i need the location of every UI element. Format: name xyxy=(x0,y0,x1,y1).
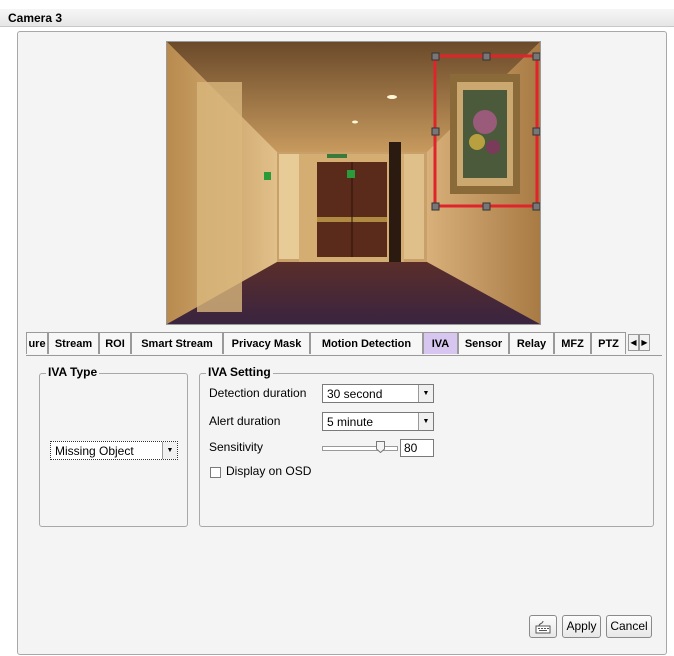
display-osd-checkbox[interactable] xyxy=(210,467,221,478)
chevron-down-icon: ▼ xyxy=(418,385,433,402)
alert-duration-label: Alert duration xyxy=(209,414,281,428)
alert-duration-value: 5 minute xyxy=(327,415,374,429)
display-osd-label: Display on OSD xyxy=(226,464,312,478)
detection-duration-select[interactable]: 30 second ▼ xyxy=(322,384,434,403)
tab-picture[interactable]: ure xyxy=(26,332,48,354)
tab-mfz[interactable]: MFZ xyxy=(554,332,591,354)
window-titlebar: Camera 3 xyxy=(0,9,674,27)
detection-duration-value: 30 second xyxy=(327,387,383,401)
sensitivity-label: Sensitivity xyxy=(209,440,264,454)
cancel-button[interactable]: Cancel xyxy=(606,615,652,638)
tab-ptz[interactable]: PTZ xyxy=(591,332,626,354)
sensitivity-slider-track[interactable] xyxy=(322,446,398,451)
tab-scroll-left-icon[interactable]: ◀ xyxy=(628,334,639,351)
tab-privacy-mask[interactable]: Privacy Mask xyxy=(223,332,310,354)
window-title: Camera 3 xyxy=(8,11,63,25)
camera-preview[interactable] xyxy=(166,41,541,325)
keyboard-button[interactable] xyxy=(529,615,557,638)
detection-duration-label: Detection duration xyxy=(209,386,307,400)
tab-stream[interactable]: Stream xyxy=(48,332,99,354)
iva-setting-title: IVA Setting xyxy=(206,365,273,379)
tab-scroll-right-icon[interactable]: ▶ xyxy=(639,334,650,351)
tab-roi[interactable]: ROI xyxy=(99,332,131,354)
tab-iva[interactable]: IVA xyxy=(423,332,458,354)
camera-settings-panel: ure Stream ROI Smart Stream Privacy Mask… xyxy=(17,31,667,655)
alert-duration-select[interactable]: 5 minute ▼ xyxy=(322,412,434,431)
keyboard-icon xyxy=(535,620,551,634)
apply-button[interactable]: Apply xyxy=(562,615,601,638)
iva-type-select[interactable]: Missing Object ▼ xyxy=(50,441,178,460)
iva-type-group: IVA Type Missing Object ▼ xyxy=(39,365,188,527)
settings-tab-bar: ure Stream ROI Smart Stream Privacy Mask… xyxy=(26,332,662,356)
chevron-down-icon: ▼ xyxy=(418,413,433,430)
sensitivity-slider-thumb[interactable] xyxy=(376,441,385,453)
chevron-down-icon: ▼ xyxy=(162,442,177,459)
camera-preview-image xyxy=(167,42,540,324)
tab-smart-stream[interactable]: Smart Stream xyxy=(131,332,223,354)
iva-type-title: IVA Type xyxy=(46,365,100,379)
tab-relay[interactable]: Relay xyxy=(509,332,554,354)
tab-sensor[interactable]: Sensor xyxy=(458,332,509,354)
iva-type-value: Missing Object xyxy=(55,444,134,458)
sensitivity-input[interactable]: 80 xyxy=(400,439,434,457)
tab-motion-detection[interactable]: Motion Detection xyxy=(310,332,423,354)
iva-setting-group: IVA Setting Detection duration 30 second… xyxy=(199,365,654,527)
